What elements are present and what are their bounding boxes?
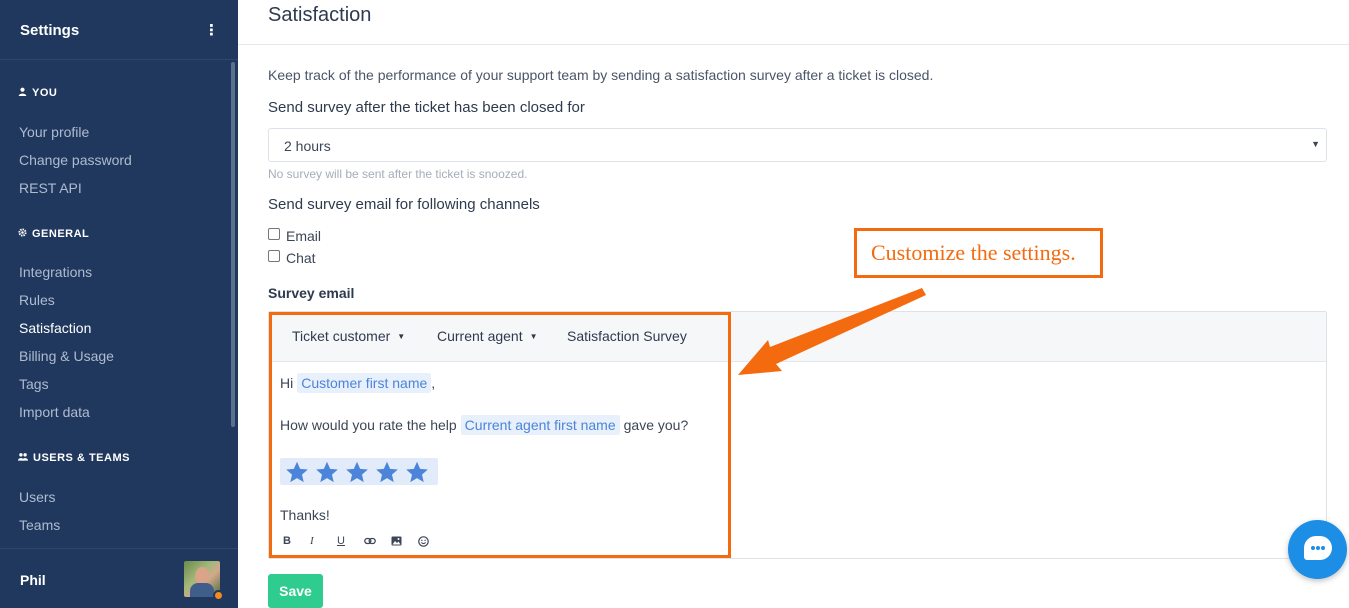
sidebar-footer: Phil bbox=[0, 548, 238, 608]
current-agent-dropdown[interactable]: Current agent ▼ bbox=[437, 328, 538, 344]
star-icon[interactable] bbox=[284, 459, 310, 485]
greeting-suffix: , bbox=[431, 375, 436, 391]
save-button[interactable]: Save bbox=[268, 574, 323, 608]
user-icon bbox=[18, 87, 27, 99]
current-agent-label: Current agent bbox=[437, 328, 523, 344]
underline-icon[interactable]: U bbox=[337, 534, 364, 548]
format-toolbar: B I U bbox=[283, 534, 445, 548]
star-icon[interactable] bbox=[404, 459, 430, 485]
chat-checkbox-label[interactable]: Chat bbox=[286, 250, 316, 266]
gear-icon bbox=[18, 228, 27, 240]
current-agent-first-name-variable[interactable]: Current agent first name bbox=[460, 415, 620, 435]
sidebar-item-users[interactable]: Users bbox=[19, 489, 56, 505]
annotation-arrow-icon bbox=[738, 288, 926, 375]
delay-label: Send survey after the ticket has been cl… bbox=[268, 99, 585, 116]
sidebar-item-rules[interactable]: Rules bbox=[19, 292, 55, 308]
question-suffix: gave you? bbox=[623, 417, 689, 433]
delay-select-value: 2 hours bbox=[284, 138, 331, 154]
section-label: YOU bbox=[32, 87, 58, 99]
survey-email-label: Survey email bbox=[268, 285, 355, 301]
delay-select[interactable]: 2 hours ▼ bbox=[268, 128, 1327, 162]
sidebar-header: Settings ⋮ bbox=[0, 0, 238, 60]
kebab-menu-icon[interactable]: ⋮ bbox=[204, 22, 219, 40]
satisfaction-survey-button[interactable]: Satisfaction Survey bbox=[567, 328, 687, 344]
channel-email[interactable]: Email bbox=[268, 228, 321, 244]
section-users-teams: USERS & TEAMS bbox=[18, 452, 130, 464]
greeting-prefix: Hi bbox=[280, 375, 294, 391]
italic-icon[interactable]: I bbox=[310, 534, 337, 548]
page-description: Keep track of the performance of your su… bbox=[268, 67, 934, 83]
channel-chat[interactable]: Chat bbox=[268, 250, 316, 266]
section-general: GENERAL bbox=[18, 228, 89, 240]
caret-down-icon: ▼ bbox=[397, 331, 406, 341]
link-icon[interactable] bbox=[364, 534, 391, 548]
user-name[interactable]: Phil bbox=[20, 572, 46, 588]
image-icon[interactable] bbox=[391, 534, 418, 548]
page-title: Satisfaction bbox=[268, 4, 372, 26]
sidebar-item-your-profile[interactable]: Your profile bbox=[19, 124, 89, 140]
caret-down-icon: ▼ bbox=[529, 331, 538, 341]
section-label: USERS & TEAMS bbox=[33, 452, 130, 464]
sidebar-item-satisfaction[interactable]: Satisfaction bbox=[19, 320, 91, 336]
annotation-callout: Customize the settings. bbox=[854, 228, 1103, 278]
sidebar-item-billing-usage[interactable]: Billing & Usage bbox=[19, 348, 114, 364]
email-checkbox[interactable] bbox=[268, 228, 280, 240]
section-label: GENERAL bbox=[32, 228, 90, 240]
channels-label: Send survey email for following channels bbox=[268, 196, 540, 213]
ticket-customer-dropdown[interactable]: Ticket customer ▼ bbox=[292, 328, 405, 344]
ticket-customer-label: Ticket customer bbox=[292, 328, 391, 344]
email-checkbox-label[interactable]: Email bbox=[286, 228, 321, 244]
sidebar-item-import-data[interactable]: Import data bbox=[19, 404, 90, 420]
sidebar: Settings ⋮ YOU Your profile Change passw… bbox=[0, 0, 238, 608]
status-indicator bbox=[213, 590, 224, 601]
bold-icon[interactable]: B bbox=[283, 534, 310, 548]
chat-checkbox[interactable] bbox=[268, 250, 280, 262]
chevron-down-icon: ▼ bbox=[1311, 139, 1320, 149]
customer-first-name-variable[interactable]: Customer first name bbox=[297, 373, 432, 393]
emoji-icon[interactable] bbox=[418, 534, 445, 548]
star-icon[interactable] bbox=[314, 459, 340, 485]
sidebar-item-integrations[interactable]: Integrations bbox=[19, 264, 92, 280]
question-line[interactable]: How would you rate the help Current agen… bbox=[280, 415, 688, 435]
section-you: YOU bbox=[18, 87, 57, 99]
sidebar-item-change-password[interactable]: Change password bbox=[19, 152, 132, 168]
chat-launcher-button[interactable] bbox=[1288, 520, 1347, 579]
annotation-callout-text: Customize the settings. bbox=[871, 240, 1076, 265]
satisfaction-survey-label: Satisfaction Survey bbox=[567, 328, 687, 344]
question-prefix: How would you rate the help bbox=[280, 417, 457, 433]
delay-hint: No survey will be sent after the ticket … bbox=[268, 167, 528, 181]
thanks-line[interactable]: Thanks! bbox=[280, 507, 330, 523]
greeting-line[interactable]: Hi Customer first name , bbox=[280, 373, 435, 393]
users-icon bbox=[18, 452, 28, 464]
header-divider bbox=[238, 44, 1349, 45]
sidebar-item-teams[interactable]: Teams bbox=[19, 517, 60, 533]
sidebar-title: Settings bbox=[20, 22, 80, 39]
sidebar-item-tags[interactable]: Tags bbox=[19, 376, 49, 392]
star-icon[interactable] bbox=[374, 459, 400, 485]
sidebar-item-rest-api[interactable]: REST API bbox=[19, 180, 82, 196]
star-icon[interactable] bbox=[344, 459, 370, 485]
sidebar-scrollbar[interactable] bbox=[231, 62, 235, 427]
rating-stars[interactable] bbox=[280, 458, 438, 485]
chat-bubble-icon bbox=[1304, 536, 1332, 560]
